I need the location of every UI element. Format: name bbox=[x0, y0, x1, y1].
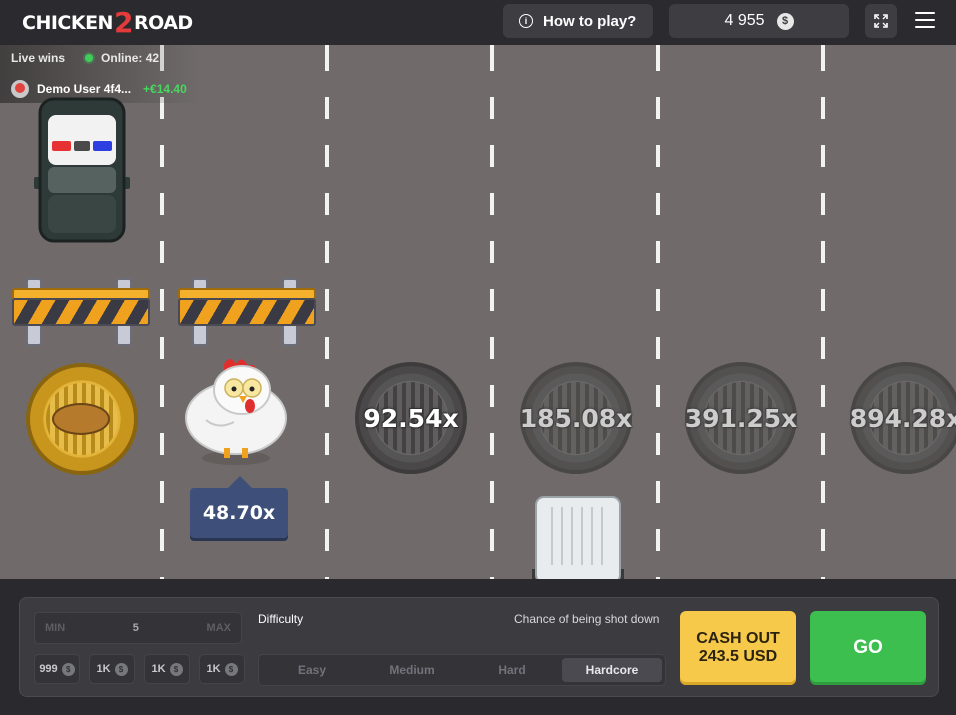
lane-divider bbox=[656, 45, 660, 579]
info-icon: i bbox=[519, 14, 533, 28]
cash-out-button[interactable]: CASH OUT 243.5 USD bbox=[680, 611, 796, 685]
live-wins-header: Live wins Online: 42 bbox=[11, 51, 159, 65]
chance-label: Chance of being shot down bbox=[514, 612, 660, 626]
lane-divider bbox=[325, 45, 329, 579]
police-car-icon bbox=[34, 97, 130, 243]
live-win-user: Demo User 4f4... bbox=[37, 82, 132, 96]
lane-divider bbox=[160, 45, 164, 579]
go-button[interactable]: GO bbox=[810, 611, 926, 685]
control-bar: MIN 5 MAX 999 $ 1K $ 1K $ 1K $ Difficulty Ch… bbox=[0, 579, 956, 715]
lane-divider bbox=[821, 45, 825, 579]
dollar-coin-icon: $ bbox=[114, 662, 128, 676]
multiplier-value: 391.25x bbox=[684, 403, 798, 433]
quick-bet-chip[interactable]: 999 $ bbox=[34, 654, 80, 684]
dollar-coin-icon: $ bbox=[61, 662, 75, 676]
dollar-coin-icon: $ bbox=[776, 12, 794, 30]
hamburger-menu-icon[interactable] bbox=[913, 10, 937, 30]
multiplier-value: 92.54x bbox=[363, 403, 459, 433]
difficulty-selector: Easy Medium Hard Hardcore bbox=[258, 654, 666, 686]
how-to-play-button[interactable]: i How to play? bbox=[503, 4, 653, 38]
live-wins-label: Live wins bbox=[11, 51, 66, 65]
max-bet-button[interactable]: MAX bbox=[207, 622, 231, 634]
lane-divider bbox=[490, 45, 494, 579]
live-win-amount: +€14.40 bbox=[143, 82, 187, 96]
go-label: GO bbox=[853, 637, 883, 658]
bet-value[interactable]: 5 bbox=[133, 622, 139, 634]
multiplier-manhole: 391.25x bbox=[685, 362, 797, 474]
difficulty-hardcore[interactable]: Hardcore bbox=[562, 658, 662, 682]
fullscreen-icon bbox=[874, 14, 888, 28]
avatar bbox=[11, 80, 29, 98]
balance-value: 4 955 bbox=[724, 12, 765, 29]
multiplier-value: 894.28x bbox=[849, 403, 956, 433]
difficulty-hard[interactable]: Hard bbox=[462, 658, 562, 682]
barricade bbox=[12, 278, 150, 346]
quick-bet-chip[interactable]: 1K $ bbox=[89, 654, 135, 684]
logo-text-left: CHICKEN bbox=[22, 12, 113, 34]
bet-amount-input[interactable]: MIN 5 MAX bbox=[34, 612, 242, 644]
difficulty-easy[interactable]: Easy bbox=[262, 658, 362, 682]
current-multiplier: 48.70x bbox=[202, 502, 276, 524]
roast-chicken-coin-icon bbox=[26, 363, 138, 475]
chicken-icon bbox=[185, 359, 287, 465]
current-multiplier-tag: 48.70x bbox=[190, 476, 288, 538]
cash-out-label: CASH OUT bbox=[696, 630, 780, 648]
control-panel: MIN 5 MAX 999 $ 1K $ 1K $ 1K $ Difficulty Ch… bbox=[19, 597, 939, 697]
online-count: Online: 42 bbox=[101, 51, 160, 65]
balance-display: 4 955 $ bbox=[669, 4, 849, 38]
game-app: CHICKEN 2 ROAD i How to play? 4 955 $ Li… bbox=[0, 0, 956, 715]
multiplier-value: 185.08x bbox=[519, 403, 633, 433]
multiplier-manhole[interactable]: 92.54x bbox=[355, 362, 467, 474]
logo-text-mid: 2 bbox=[113, 6, 133, 39]
quick-bet-chip[interactable]: 1K $ bbox=[144, 654, 190, 684]
min-bet-button[interactable]: MIN bbox=[45, 622, 65, 634]
multiplier-manhole: 894.28x bbox=[850, 362, 956, 474]
logo-text-right: ROAD bbox=[133, 12, 193, 34]
difficulty-label: Difficulty bbox=[258, 612, 304, 626]
truck-icon bbox=[532, 496, 624, 584]
quick-bet-chips: 999 $ 1K $ 1K $ 1K $ bbox=[34, 654, 245, 684]
header: CHICKEN 2 ROAD i How to play? 4 955 $ bbox=[0, 0, 956, 45]
fullscreen-button[interactable] bbox=[865, 4, 897, 38]
dollar-coin-icon: $ bbox=[169, 662, 183, 676]
online-dot-icon bbox=[85, 54, 94, 62]
how-to-play-label: How to play? bbox=[543, 12, 637, 30]
quick-bet-chip[interactable]: 1K $ bbox=[199, 654, 245, 684]
multiplier-manhole: 185.08x bbox=[520, 362, 632, 474]
difficulty-medium[interactable]: Medium bbox=[362, 658, 462, 682]
logo: CHICKEN 2 ROAD bbox=[22, 8, 193, 38]
barricade bbox=[178, 278, 316, 346]
dollar-coin-icon: $ bbox=[224, 662, 238, 676]
cash-out-amount: 243.5 USD bbox=[698, 648, 778, 665]
